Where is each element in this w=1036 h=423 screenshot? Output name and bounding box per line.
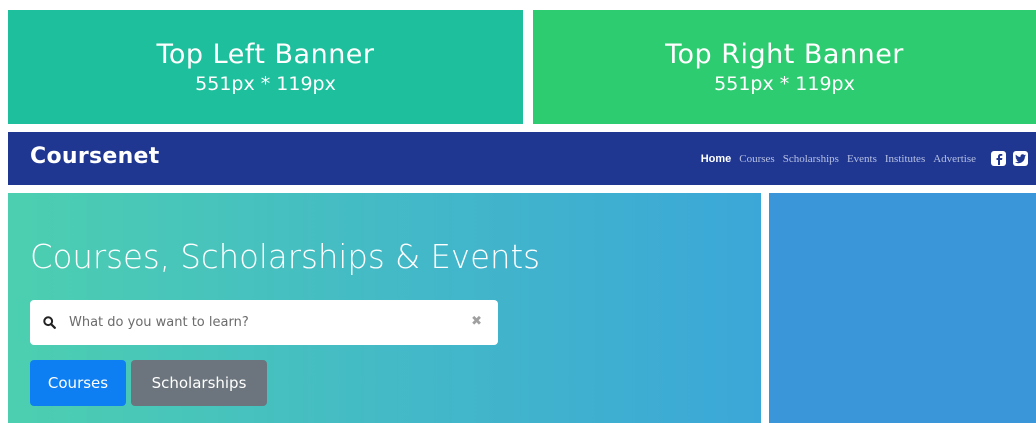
nav-links: Home Courses Scholarships Events Institu… — [701, 132, 1028, 185]
nav-link-home[interactable]: Home — [701, 153, 732, 165]
nav-link-events[interactable]: Events — [847, 153, 877, 165]
nav-link-scholarships[interactable]: Scholarships — [783, 153, 839, 165]
top-right-banner[interactable]: Top Right Banner 551px * 119px — [533, 10, 1036, 124]
banner-title: Top Left Banner — [156, 39, 375, 70]
scholarships-button[interactable]: Scholarships — [131, 360, 267, 406]
top-left-banner[interactable]: Top Left Banner 551px * 119px — [8, 10, 523, 124]
search-box[interactable]: ✖ — [30, 300, 498, 345]
hero-section: Courses, Scholarships & Events ✖ Courses… — [8, 193, 761, 423]
nav-link-courses[interactable]: Courses — [739, 153, 774, 165]
close-icon[interactable]: ✖ — [471, 314, 482, 329]
brand-logo[interactable]: Coursenet — [30, 144, 160, 169]
search-input[interactable] — [69, 315, 449, 330]
banner-size: 551px * 119px — [714, 73, 855, 95]
facebook-icon[interactable] — [991, 151, 1006, 166]
banner-size: 551px * 119px — [195, 73, 336, 95]
navbar: Coursenet Home Courses Scholarships Even… — [8, 132, 1036, 185]
nav-link-institutes[interactable]: Institutes — [885, 153, 925, 165]
hero-side-panel — [769, 193, 1036, 423]
banner-title: Top Right Banner — [665, 39, 904, 70]
twitter-icon[interactable] — [1013, 151, 1028, 166]
nav-link-advertise[interactable]: Advertise — [933, 153, 976, 165]
hero-title: Courses, Scholarships & Events — [30, 237, 540, 276]
search-icon — [43, 316, 57, 330]
courses-button[interactable]: Courses — [30, 360, 126, 406]
